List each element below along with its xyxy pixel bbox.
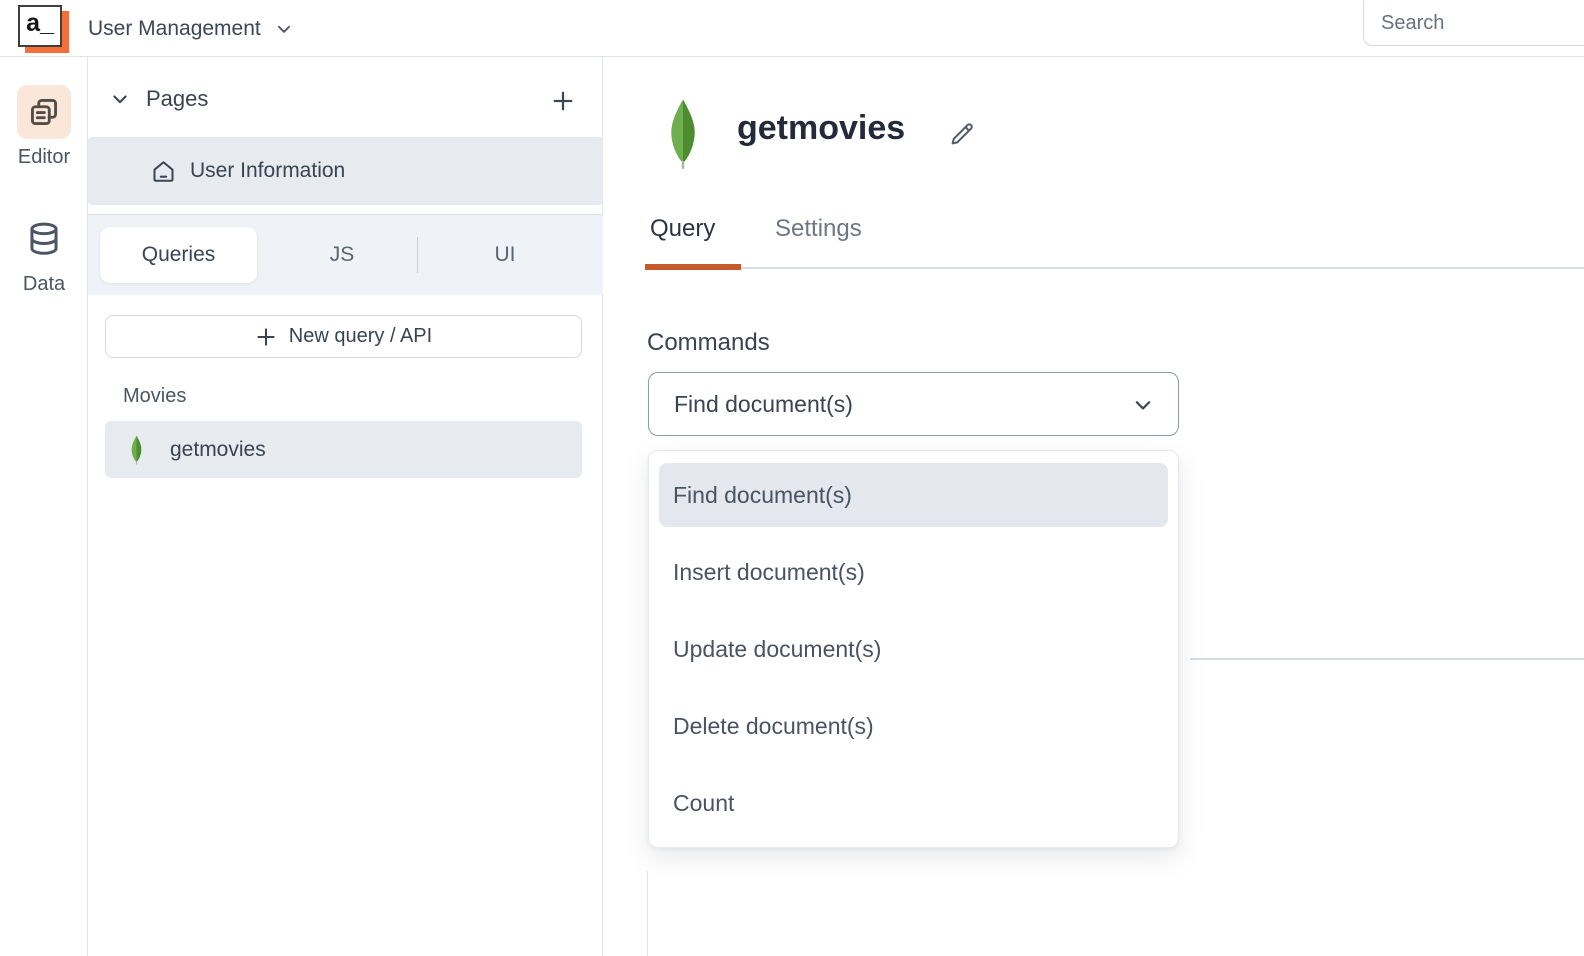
tab-ui[interactable]: UI	[455, 215, 555, 295]
dropdown-option-label: Update document(s)	[673, 636, 881, 663]
active-tab-underline	[645, 264, 741, 270]
commands-select-value: Find document(s)	[674, 391, 853, 418]
query-group-label: Movies	[123, 385, 186, 408]
tab-query-label: Query	[650, 215, 715, 242]
editor-pages-icon	[17, 85, 71, 139]
select-chevron-down-icon	[1132, 394, 1154, 416]
logo-text: a_	[26, 11, 54, 36]
chevron-down-icon	[275, 20, 293, 38]
tab-js-label: JS	[330, 243, 355, 267]
database-icon	[17, 212, 71, 266]
dropdown-option-insert[interactable]: Insert document(s)	[659, 540, 1168, 604]
commands-select[interactable]: Find document(s)	[648, 372, 1179, 436]
left-rail: Editor Data	[0, 57, 88, 956]
query-item-getmovies[interactable]: getmovies	[105, 421, 582, 478]
new-query-button[interactable]: New query / API	[105, 315, 582, 358]
app-screen: a_ User Management Editor	[0, 0, 1584, 956]
appsmith-logo[interactable]: a_	[18, 5, 62, 47]
dropdown-option-find[interactable]: Find document(s)	[659, 463, 1168, 527]
tab-divider-line	[645, 267, 1584, 269]
home-icon	[150, 158, 177, 185]
query-item-label: getmovies	[170, 438, 266, 462]
plus-icon	[255, 326, 277, 348]
new-query-label: New query / API	[289, 325, 432, 348]
app-name: User Management	[88, 17, 261, 41]
pages-title: Pages	[146, 86, 208, 112]
commands-dropdown-menu: Find document(s) Insert document(s) Upda…	[648, 450, 1179, 848]
dropdown-option-label: Find document(s)	[673, 482, 852, 509]
form-card-left-border	[647, 871, 648, 956]
edit-pencil-icon[interactable]	[943, 115, 981, 153]
mongodb-leaf-icon	[129, 435, 144, 465]
main-content: getmovies Query Settings Commands Find d…	[603, 57, 1584, 956]
rail-item-editor[interactable]: Editor	[0, 85, 88, 169]
tab-settings[interactable]: Settings	[775, 215, 862, 243]
dropdown-option-label: Count	[673, 790, 734, 817]
dropdown-option-label: Delete document(s)	[673, 713, 874, 740]
commands-label: Commands	[647, 329, 770, 357]
dropdown-option-update[interactable]: Update document(s)	[659, 617, 1168, 681]
rail-item-data[interactable]: Data	[0, 212, 88, 296]
section-divider-line	[1190, 658, 1584, 660]
pages-header: Pages	[88, 75, 603, 123]
page-item-user-information[interactable]: User Information	[88, 137, 603, 205]
query-title: getmovies	[737, 109, 905, 148]
dropdown-option-label: Insert document(s)	[673, 559, 865, 586]
tab-ui-label: UI	[495, 243, 516, 267]
pages-panel: Pages User Information Queries JS	[88, 57, 603, 956]
rail-label-data: Data	[0, 273, 88, 296]
top-bar: a_ User Management	[0, 0, 1584, 57]
dropdown-option-delete[interactable]: Delete document(s)	[659, 694, 1168, 758]
segment-divider	[417, 237, 418, 273]
rail-label-editor: Editor	[0, 146, 88, 169]
tab-query[interactable]: Query	[650, 215, 715, 243]
mongodb-leaf-icon-large	[665, 93, 701, 175]
tab-js[interactable]: JS	[292, 215, 392, 295]
app-switcher[interactable]: User Management	[88, 0, 293, 57]
dropdown-option-count[interactable]: Count	[659, 771, 1168, 835]
search-input[interactable]	[1363, 0, 1584, 46]
tab-queries[interactable]: Queries	[100, 227, 257, 283]
editor-segmented-control: Queries JS UI	[88, 215, 603, 295]
tab-settings-label: Settings	[775, 215, 862, 242]
add-page-button[interactable]	[547, 85, 579, 117]
page-item-label: User Information	[190, 159, 345, 183]
pages-collapse-chevron-icon[interactable]	[110, 89, 130, 109]
tab-queries-label: Queries	[142, 243, 216, 267]
